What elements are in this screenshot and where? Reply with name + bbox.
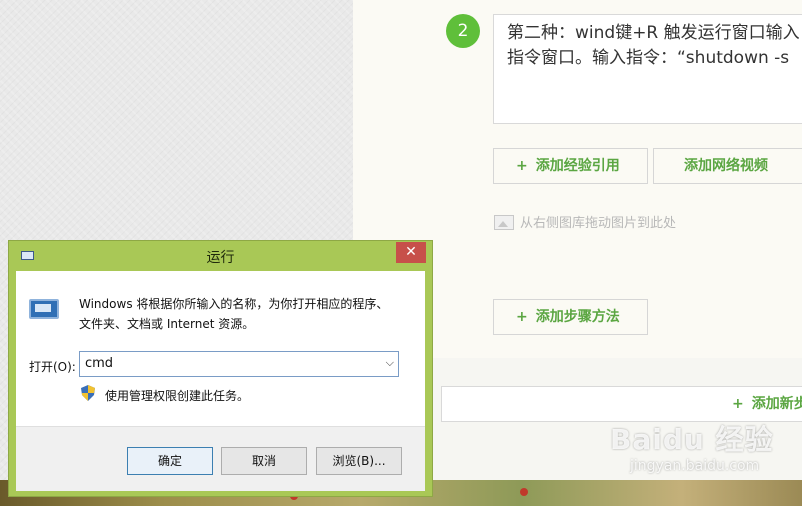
plus-icon: +: [516, 309, 528, 325]
dialog-description: Windows 将根据你所输入的名称，为你打开相应的程序、 文件夹、文档或 In…: [79, 294, 388, 334]
watermark-logo: Baidu 经验: [610, 423, 774, 456]
run-window-icon: [29, 299, 59, 319]
add-step-method-button[interactable]: + 添加步骤方法: [493, 299, 648, 335]
plus-icon: +: [732, 396, 744, 412]
dialog-titlebar[interactable]: 运行 ✕: [9, 241, 432, 270]
open-command-combobox[interactable]: cmd ⌵: [79, 351, 399, 377]
step-number-badge: 2: [446, 14, 480, 48]
step-text-editor[interactable]: 第二种：wind键+R 触发运行窗口输入 指令窗口。输入指令：“shutdown…: [493, 14, 802, 124]
drag-image-hint: 从右侧图库拖动图片到此处: [494, 212, 676, 231]
add-video-button[interactable]: 添加网络视频: [653, 148, 802, 184]
run-dialog: 运行 ✕ Windows 将根据你所输入的名称，为你打开相应的程序、 文件夹、文…: [8, 240, 433, 497]
chevron-down-icon[interactable]: ⌵: [386, 356, 394, 370]
dialog-body: Windows 将根据你所输入的名称，为你打开相应的程序、 文件夹、文档或 In…: [16, 271, 425, 491]
description-line-1: Windows 将根据你所输入的名称，为你打开相应的程序、: [79, 297, 389, 311]
baidu-watermark: Baidu 经验 jingyan.baidu.com: [610, 418, 802, 493]
description-line-2: 文件夹、文档或 Internet 资源。: [79, 317, 255, 331]
watermark-url: jingyan.baidu.com: [630, 458, 760, 474]
close-button[interactable]: ✕: [396, 242, 426, 263]
step-text-line-1: 第二种：wind键+R 触发运行窗口输入: [507, 23, 800, 43]
step-text-line-2: 指令窗口。输入指令：“shutdown -s: [507, 48, 790, 68]
open-label: 打开(O):: [29, 360, 76, 374]
add-reference-button[interactable]: + 添加经验引用: [493, 148, 648, 184]
dialog-title: 运行: [206, 250, 235, 266]
add-reference-label: 添加经验引用: [535, 158, 620, 174]
add-new-step-label: 添加新步: [751, 396, 802, 412]
browse-button[interactable]: 浏览(B)...: [316, 447, 402, 475]
ok-button[interactable]: 确定: [127, 447, 213, 475]
add-step-method-label: 添加步骤方法: [535, 309, 620, 325]
add-video-label: 添加网络视频: [684, 158, 768, 174]
close-icon: ✕: [405, 244, 417, 260]
uac-shield-icon: [81, 385, 95, 401]
image-icon: [494, 215, 514, 230]
plus-icon: +: [516, 158, 528, 174]
command-input-value: cmd: [85, 356, 114, 371]
drag-hint-text: 从右侧图库拖动图片到此处: [520, 216, 677, 231]
admin-privilege-note: 使用管理权限创建此任务。: [105, 389, 250, 403]
add-new-step-button[interactable]: + 添加新步: [441, 386, 802, 422]
cancel-button[interactable]: 取消: [221, 447, 307, 475]
